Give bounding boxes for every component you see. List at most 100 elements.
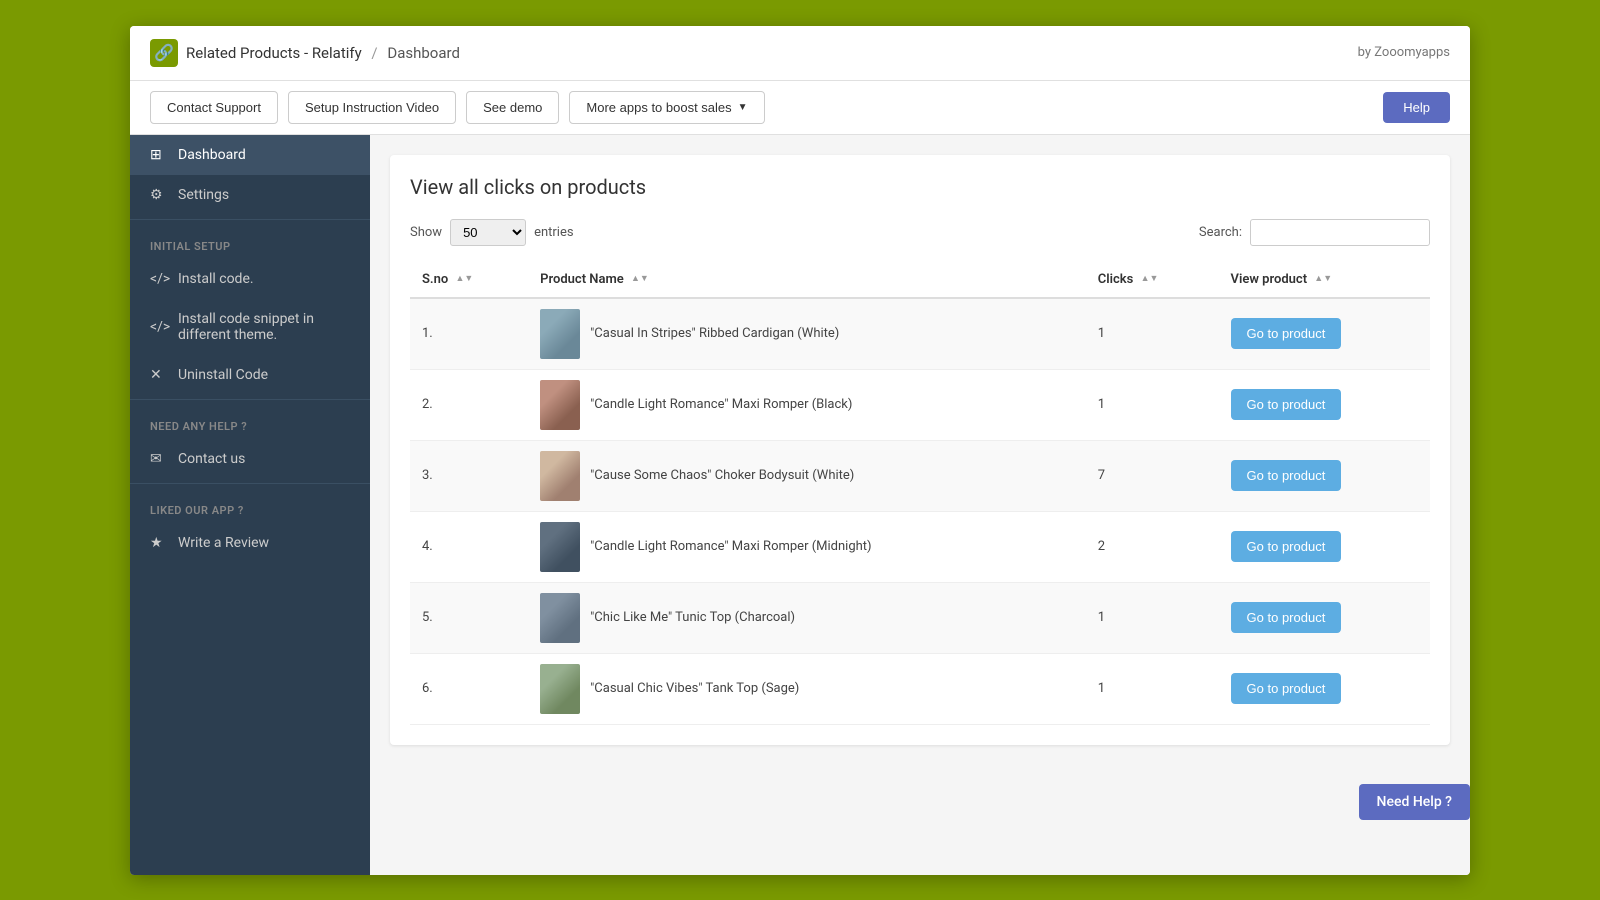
- cell-sno: 6.: [410, 653, 528, 724]
- entries-select[interactable]: 10 25 50 100: [450, 219, 526, 246]
- show-entries: Show 10 25 50 100 entries: [410, 219, 574, 246]
- cell-product-name: "Chic Like Me" Tunic Top (Charcoal): [528, 582, 1086, 653]
- cell-sno: 5.: [410, 582, 528, 653]
- header: 🔗 Related Products - Relatify / Dashboar…: [130, 26, 1470, 81]
- sidebar-settings-label: Settings: [178, 187, 229, 203]
- col-view-product: View product ▲▼: [1219, 262, 1430, 298]
- sidebar-item-write-review[interactable]: ★ Write a Review: [130, 523, 370, 563]
- cell-product-name: "Casual In Stripes" Ribbed Cardigan (Whi…: [528, 298, 1086, 370]
- cell-clicks: 2: [1086, 511, 1219, 582]
- table-row: 1. "Casual In Stripes" Ribbed Cardigan (…: [410, 298, 1430, 370]
- col-product-name: Product Name ▲▼: [528, 262, 1086, 298]
- cell-product-name: "Cause Some Chaos" Choker Bodysuit (Whit…: [528, 440, 1086, 511]
- table-row: 4. "Candle Light Romance" Maxi Romper (M…: [410, 511, 1430, 582]
- view-sort-icon[interactable]: ▲▼: [1314, 275, 1332, 284]
- cell-product-name: "Candle Light Romance" Maxi Romper (Midn…: [528, 511, 1086, 582]
- cell-view-product: Go to product: [1219, 369, 1430, 440]
- cell-view-product: Go to product: [1219, 298, 1430, 370]
- table-controls: Show 10 25 50 100 entries Search:: [410, 219, 1430, 246]
- search-label: Search:: [1199, 225, 1242, 240]
- header-separator: /: [371, 44, 377, 62]
- cell-view-product: Go to product: [1219, 653, 1430, 724]
- uninstall-icon: ✕: [150, 367, 168, 383]
- go-to-product-button[interactable]: Go to product: [1231, 531, 1342, 562]
- table-header-row: S.no ▲▼ Product Name ▲▼ Clicks ▲▼: [410, 262, 1430, 298]
- help-button[interactable]: Help: [1383, 92, 1450, 123]
- entries-label: entries: [534, 225, 574, 240]
- app-name: Related Products - Relatify: [186, 44, 362, 62]
- sidebar-item-uninstall[interactable]: ✕ Uninstall Code: [130, 355, 370, 395]
- content-card: View all clicks on products Show 10 25 5…: [390, 155, 1450, 745]
- col-clicks: Clicks ▲▼: [1086, 262, 1219, 298]
- setup-video-button[interactable]: Setup Instruction Video: [288, 91, 456, 124]
- app-logo-icon: 🔗: [150, 39, 178, 67]
- show-label: Show: [410, 225, 442, 240]
- clicks-sort-icon[interactable]: ▲▼: [1141, 275, 1159, 284]
- search-input[interactable]: [1250, 219, 1430, 246]
- table-row: 6. "Casual Chic Vibes" Tank Top (Sage) 1…: [410, 653, 1430, 724]
- need-help-label: NEED ANY HELP ?: [130, 404, 370, 439]
- table-row: 5. "Chic Like Me" Tunic Top (Charcoal) 1…: [410, 582, 1430, 653]
- go-to-product-button[interactable]: Go to product: [1231, 389, 1342, 420]
- header-left: 🔗 Related Products - Relatify / Dashboar…: [150, 39, 460, 67]
- install-code-label: Install code.: [178, 271, 254, 287]
- cell-clicks: 1: [1086, 369, 1219, 440]
- main-content: View all clicks on products Show 10 25 5…: [370, 135, 1470, 875]
- initial-setup-label: INITIAL SETUP: [130, 224, 370, 259]
- sidebar-dashboard-label: Dashboard: [178, 147, 246, 163]
- cell-view-product: Go to product: [1219, 582, 1430, 653]
- sidebar-item-install-snippet[interactable]: </> Install code snippet in different th…: [130, 299, 370, 355]
- col-sno: S.no ▲▼: [410, 262, 528, 298]
- more-apps-button[interactable]: More apps to boost sales ▼: [569, 91, 764, 124]
- contact-support-button[interactable]: Contact Support: [150, 91, 278, 124]
- dropdown-arrow-icon: ▼: [738, 102, 748, 113]
- dashboard-icon: ⊞: [150, 147, 168, 163]
- sidebar-item-settings[interactable]: ⚙ Settings: [130, 175, 370, 215]
- sidebar-item-install-code[interactable]: </> Install code.: [130, 259, 370, 299]
- cell-sno: 3.: [410, 440, 528, 511]
- cell-view-product: Go to product: [1219, 440, 1430, 511]
- body-layout: ⊞ Dashboard ⚙ Settings INITIAL SETUP </>…: [130, 135, 1470, 875]
- go-to-product-button[interactable]: Go to product: [1231, 460, 1342, 491]
- table-row: 2. "Candle Light Romance" Maxi Romper (B…: [410, 369, 1430, 440]
- cell-clicks: 1: [1086, 298, 1219, 370]
- sno-sort-icon[interactable]: ▲▼: [455, 275, 473, 284]
- install-snippet-label: Install code snippet in different theme.: [178, 311, 350, 343]
- current-page: Dashboard: [387, 44, 460, 62]
- cell-clicks: 1: [1086, 653, 1219, 724]
- see-demo-button[interactable]: See demo: [466, 91, 559, 124]
- divider-1: [130, 219, 370, 220]
- sidebar-item-contact-us[interactable]: ✉ Contact us: [130, 439, 370, 479]
- name-sort-icon[interactable]: ▲▼: [631, 275, 649, 284]
- code-icon: </>: [150, 271, 168, 287]
- sidebar-item-dashboard[interactable]: ⊞ Dashboard: [130, 135, 370, 175]
- header-title: Related Products - Relatify / Dashboard: [186, 44, 460, 62]
- sidebar: ⊞ Dashboard ⚙ Settings INITIAL SETUP </>…: [130, 135, 370, 875]
- code-snippet-icon: </>: [150, 319, 168, 335]
- cell-product-name: "Candle Light Romance" Maxi Romper (Blac…: [528, 369, 1086, 440]
- cell-sno: 2.: [410, 369, 528, 440]
- cell-sno: 1.: [410, 298, 528, 370]
- uninstall-label: Uninstall Code: [178, 367, 268, 383]
- cell-clicks: 1: [1086, 582, 1219, 653]
- toolbar: Contact Support Setup Instruction Video …: [130, 81, 1470, 135]
- need-help-button[interactable]: Need Help ?: [1359, 784, 1470, 820]
- by-zooomyapps: by Zooomyapps: [1358, 45, 1450, 60]
- app-window: 🔗 Related Products - Relatify / Dashboar…: [130, 26, 1470, 875]
- go-to-product-button[interactable]: Go to product: [1231, 602, 1342, 633]
- divider-2: [130, 399, 370, 400]
- star-icon: ★: [150, 535, 168, 551]
- go-to-product-button[interactable]: Go to product: [1231, 673, 1342, 704]
- liked-app-label: LIKED OUR APP ?: [130, 488, 370, 523]
- cell-view-product: Go to product: [1219, 511, 1430, 582]
- cell-product-name: "Casual Chic Vibes" Tank Top (Sage): [528, 653, 1086, 724]
- gear-icon: ⚙: [150, 187, 168, 203]
- contact-us-label: Contact us: [178, 451, 245, 467]
- page-title: View all clicks on products: [410, 175, 1430, 199]
- cell-sno: 4.: [410, 511, 528, 582]
- divider-3: [130, 483, 370, 484]
- go-to-product-button[interactable]: Go to product: [1231, 318, 1342, 349]
- search-box: Search:: [1199, 219, 1430, 246]
- products-table: S.no ▲▼ Product Name ▲▼ Clicks ▲▼: [410, 262, 1430, 725]
- cell-clicks: 7: [1086, 440, 1219, 511]
